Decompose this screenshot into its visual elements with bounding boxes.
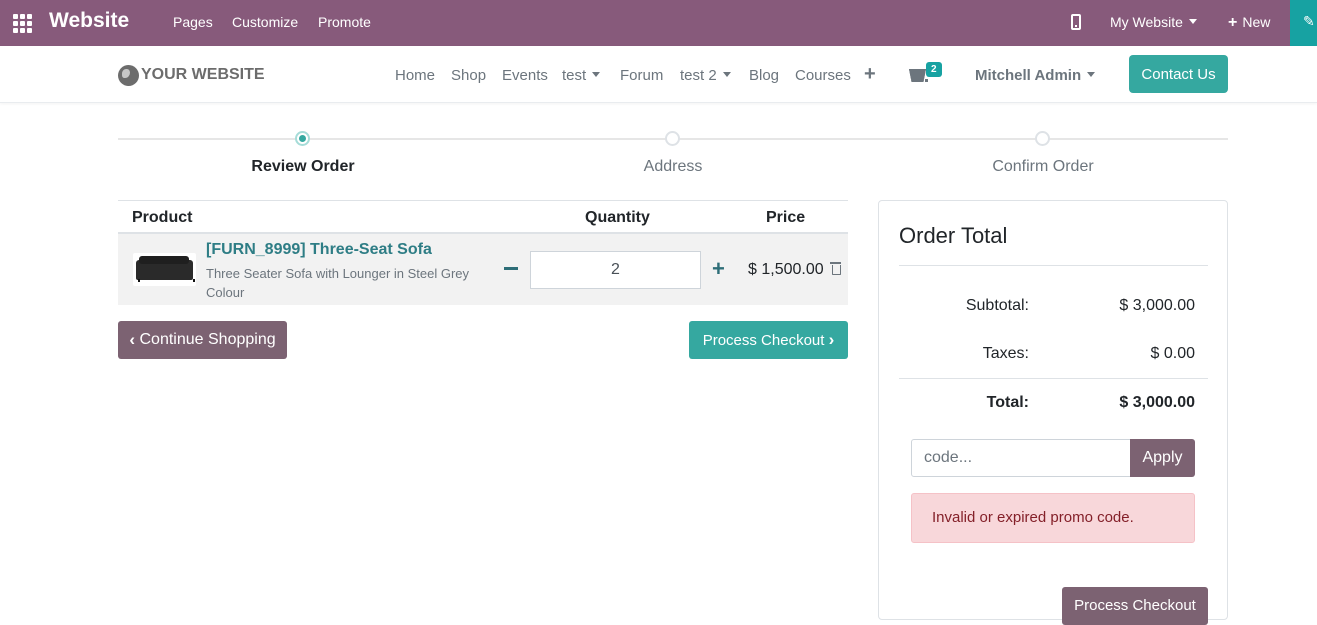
globe-icon bbox=[118, 64, 139, 86]
admin-navbar: Website Pages Customize Promote My Websi… bbox=[0, 0, 1317, 46]
promo-code-input[interactable]: code... bbox=[911, 439, 1131, 477]
column-header-quantity: Quantity bbox=[585, 209, 650, 226]
product-description: Three Seater Sofa with Lounger in Steel … bbox=[206, 266, 470, 300]
shopping-cart-icon[interactable] bbox=[909, 69, 928, 82]
add-menu-plus-icon[interactable]: + bbox=[864, 63, 876, 86]
app-title[interactable]: Website bbox=[49, 9, 129, 33]
total-value: $ 3,000.00 bbox=[1119, 394, 1195, 411]
step-label-address: Address bbox=[643, 158, 703, 175]
step-label-confirm-order: Confirm Order bbox=[992, 158, 1094, 175]
quantity-input[interactable]: 2 bbox=[530, 251, 701, 289]
caret-down-icon bbox=[722, 71, 731, 77]
product-name-link[interactable]: [FURN_8999] Three-Seat Sofa bbox=[206, 241, 432, 259]
column-header-price: Price bbox=[766, 209, 806, 226]
nav-test-label: test bbox=[562, 67, 587, 84]
nav-events[interactable]: Events bbox=[502, 67, 548, 84]
logo-text: YOUR WEBSITE bbox=[141, 66, 265, 83]
taxes-label: Taxes: bbox=[982, 345, 1029, 362]
my-website-dropdown[interactable]: My Website bbox=[1110, 14, 1197, 30]
nav-shop[interactable]: Shop bbox=[451, 67, 486, 84]
promo-error-alert: Invalid or expired promo code. bbox=[911, 493, 1195, 543]
apply-promo-button[interactable]: Apply bbox=[1130, 439, 1195, 477]
caret-down-icon bbox=[1188, 18, 1197, 24]
apps-grid-icon[interactable] bbox=[13, 14, 32, 33]
nav-blog[interactable]: Blog bbox=[749, 67, 779, 84]
card-process-checkout-button[interactable]: Process Checkout bbox=[1062, 587, 1208, 625]
product-image[interactable] bbox=[133, 253, 196, 286]
continue-shopping-label: Continue Shopping bbox=[139, 331, 276, 348]
new-label: New bbox=[1242, 14, 1271, 30]
column-header-product: Product bbox=[132, 209, 193, 226]
nav-forum[interactable]: Forum bbox=[620, 67, 663, 84]
divider bbox=[899, 378, 1208, 379]
divider bbox=[899, 265, 1208, 266]
caret-down-icon bbox=[1087, 71, 1096, 77]
nav-test2-label: test 2 bbox=[680, 67, 717, 84]
order-total-title: Order Total bbox=[899, 223, 1008, 248]
site-header: YOUR WEBSITE Home Shop Events test Forum… bbox=[0, 46, 1317, 103]
trash-icon[interactable] bbox=[830, 262, 841, 275]
edit-button[interactable]: ✎ bbox=[1290, 0, 1317, 46]
nav-courses[interactable]: Courses bbox=[795, 67, 851, 84]
user-name: Mitchell Admin bbox=[975, 67, 1082, 84]
chevron-right-icon: › bbox=[828, 330, 835, 349]
order-total-card: Order Total Subtotal: $ 3,000.00 Taxes: … bbox=[878, 200, 1228, 625]
chevron-left-icon: ‹ bbox=[129, 330, 136, 349]
menu-promote[interactable]: Promote bbox=[318, 14, 371, 30]
subtotal-label: Subtotal: bbox=[965, 297, 1029, 314]
new-button[interactable]: + New bbox=[1228, 14, 1270, 32]
subtotal-value: $ 3,000.00 bbox=[1119, 297, 1195, 314]
step-dot-review-order bbox=[295, 131, 310, 146]
process-checkout-label: Process Checkout bbox=[702, 331, 825, 349]
cart-table-header: Product Quantity Price bbox=[118, 200, 848, 234]
nav-test-dropdown[interactable]: test bbox=[562, 67, 601, 84]
process-checkout-button[interactable]: Process Checkout › bbox=[689, 321, 848, 359]
product-price: $ 1,500.00 bbox=[748, 261, 824, 278]
increase-quantity-icon[interactable]: + bbox=[712, 258, 725, 280]
step-dot-confirm-order bbox=[1035, 131, 1050, 146]
user-menu-dropdown[interactable]: Mitchell Admin bbox=[975, 67, 1096, 84]
step-label-review-order: Review Order bbox=[251, 158, 355, 175]
menu-pages[interactable]: Pages bbox=[173, 14, 213, 30]
nav-test2-dropdown[interactable]: test 2 bbox=[680, 67, 731, 84]
taxes-value: $ 0.00 bbox=[1150, 345, 1195, 362]
continue-shopping-button[interactable]: ‹ Continue Shopping bbox=[118, 321, 287, 359]
site-logo[interactable]: YOUR WEBSITE bbox=[118, 59, 270, 91]
decrease-quantity-icon[interactable] bbox=[504, 267, 518, 270]
mobile-preview-icon[interactable] bbox=[1071, 14, 1081, 30]
cart-count-badge: 2 bbox=[926, 62, 942, 77]
my-website-label: My Website bbox=[1110, 14, 1183, 30]
step-dot-address bbox=[665, 131, 680, 146]
nav-home[interactable]: Home bbox=[395, 67, 435, 84]
table-row: [FURN_8999] Three-Seat Sofa Three Seater… bbox=[118, 234, 848, 305]
pencil-icon: ✎ bbox=[1303, 13, 1315, 29]
total-label: Total: bbox=[986, 394, 1029, 411]
contact-us-button[interactable]: Contact Us bbox=[1129, 55, 1228, 93]
caret-down-icon bbox=[592, 71, 601, 77]
menu-customize[interactable]: Customize bbox=[232, 14, 298, 30]
plus-icon: + bbox=[1228, 14, 1238, 31]
sofa-shape bbox=[136, 256, 195, 282]
